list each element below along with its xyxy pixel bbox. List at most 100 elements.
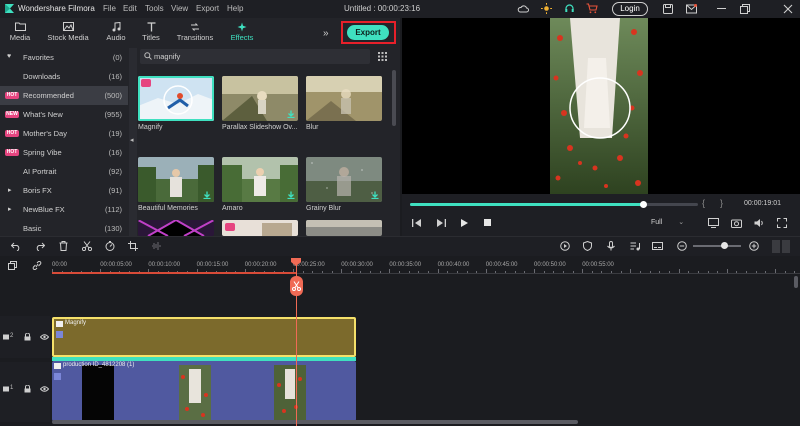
ruler-tick <box>736 271 738 273</box>
sun-icon[interactable] <box>541 3 552 14</box>
effect-card-parallax-slideshow[interactable]: Parallax Slideshow Ov... <box>222 76 298 131</box>
playback-progress-bar[interactable] <box>410 201 698 208</box>
menu-tools[interactable]: Tools <box>145 4 164 13</box>
effect-card-grainy-blur[interactable]: Grainy Blur <box>306 157 382 212</box>
save-icon[interactable] <box>663 4 673 14</box>
category-item[interactable]: HOT Spring Vibe (16) <box>0 143 128 162</box>
effect-card-amaro[interactable]: Amaro <box>222 157 298 212</box>
effect-card-row3-3[interactable] <box>306 220 382 236</box>
menu-edit[interactable]: Edit <box>123 4 137 13</box>
category-item[interactable]: HOT Mother's Day (19) <box>0 124 128 143</box>
menu-view[interactable]: View <box>171 4 188 13</box>
tab-titles[interactable]: Titles <box>137 20 165 42</box>
export-button[interactable]: Export <box>347 25 389 40</box>
collapse-sidebar-handle[interactable]: ◂ <box>129 48 137 236</box>
zoom-slider[interactable] <box>693 242 741 249</box>
video-clip[interactable]: production ID_4812208 (1) <box>52 361 356 421</box>
panel-toggle-left-icon[interactable] <box>772 240 780 253</box>
category-item[interactable]: HOT Recommended (500) <box>0 86 128 105</box>
eye-icon[interactable] <box>40 386 49 392</box>
effects-scrollbar[interactable] <box>392 70 396 126</box>
tab-effects[interactable]: Effects <box>226 20 258 42</box>
headset-icon[interactable] <box>564 3 575 14</box>
category-item[interactable]: ♥ Favorites (0) <box>0 48 128 67</box>
snapshot-camera-icon[interactable] <box>731 218 742 228</box>
speed-icon[interactable] <box>105 241 115 251</box>
mark-in-icon[interactable]: { <box>702 198 705 208</box>
category-item[interactable]: NEW What's New (955) <box>0 105 128 124</box>
menu-file[interactable]: File <box>103 4 116 13</box>
tab-audio[interactable]: Audio <box>101 20 131 42</box>
search-input[interactable]: magnify <box>140 49 370 64</box>
current-timecode: 00:00:19:01 <box>744 200 781 207</box>
render-preview-icon[interactable] <box>560 241 570 251</box>
cloud-icon[interactable] <box>517 4 529 14</box>
monitor-icon[interactable] <box>708 218 719 228</box>
subtitle-icon[interactable] <box>652 241 663 251</box>
effect-name: Blur <box>306 124 319 131</box>
volume-icon[interactable] <box>754 218 765 228</box>
playback-scrubber-handle[interactable] <box>640 201 648 208</box>
mail-icon[interactable] <box>686 4 697 14</box>
lock-icon[interactable] <box>24 385 31 393</box>
timeline-vertical-scrollbar[interactable] <box>794 276 798 288</box>
quality-value: Full <box>651 219 663 226</box>
step-back-icon[interactable] <box>412 219 422 227</box>
panel-toggle-right-icon[interactable] <box>782 240 790 253</box>
effect-card-magnify[interactable]: Magnify <box>138 76 214 131</box>
zoom-out-icon[interactable] <box>677 241 687 251</box>
menu-help[interactable]: Help <box>227 4 243 13</box>
tab-stock-media[interactable]: Stock Media <box>45 20 91 42</box>
effect-clip-magnify[interactable]: Magnify <box>52 317 356 357</box>
filmora-logo-icon <box>4 3 15 14</box>
category-label: Downloads <box>23 72 61 81</box>
category-item[interactable]: ▸ Boris FX (91) <box>0 181 128 200</box>
category-item[interactable]: AI Portrait (92) <box>0 162 128 181</box>
step-forward-icon[interactable] <box>436 219 446 227</box>
fullscreen-icon[interactable] <box>777 218 787 228</box>
timeline-ruler[interactable]: 00:00 00:00:05:00 00:00:10:00 00:00:15:00 00… <box>0 256 800 276</box>
ruler-tick <box>418 271 420 273</box>
minimize-icon[interactable] <box>717 8 726 9</box>
grid-view-icon[interactable] <box>378 52 387 61</box>
category-item[interactable]: ▸ NewBlue FX (112) <box>0 200 128 219</box>
zoom-slider-handle[interactable] <box>721 242 728 249</box>
category-item[interactable]: Downloads (16) <box>0 67 128 86</box>
effect-card-beautiful-memories[interactable]: Beautiful Memories <box>138 157 214 212</box>
timeline-tracks: 2 1 Magnify production ID_4812208 (1) <box>0 276 800 426</box>
lock-icon[interactable] <box>24 333 31 341</box>
mark-out-icon[interactable]: } <box>720 198 723 208</box>
effect-card-blur[interactable]: Blur <box>306 76 382 131</box>
close-icon[interactable] <box>783 4 793 14</box>
cart-icon[interactable] <box>586 3 598 14</box>
playhead-split-button[interactable] <box>290 276 303 296</box>
search-value: magnify <box>154 52 181 61</box>
effect-card-row3-1[interactable] <box>138 220 214 236</box>
more-tabs-chevron-icon[interactable]: » <box>323 28 329 39</box>
restore-icon[interactable] <box>740 4 750 14</box>
audio-adjust-icon[interactable] <box>151 241 161 251</box>
menu-export[interactable]: Export <box>196 4 219 13</box>
split-scissors-icon[interactable] <box>82 241 92 251</box>
effect-card-row3-2[interactable] <box>222 220 298 236</box>
microphone-icon[interactable] <box>607 241 615 251</box>
expand-caret-icon[interactable]: ▸ <box>8 186 12 194</box>
tab-transitions[interactable]: Transitions <box>176 20 214 42</box>
in-out-range-bar <box>52 272 296 274</box>
crop-icon[interactable] <box>128 241 138 251</box>
delete-icon[interactable] <box>59 241 68 251</box>
marker-shield-icon[interactable] <box>583 241 592 251</box>
login-button[interactable]: Login <box>612 2 648 16</box>
ruler-tick <box>717 271 719 273</box>
zoom-in-icon[interactable] <box>749 241 759 251</box>
redo-icon[interactable] <box>35 242 45 251</box>
timeline-horizontal-scrollbar[interactable] <box>52 420 578 424</box>
expand-caret-icon[interactable]: ▸ <box>8 205 12 213</box>
quality-select[interactable]: Full ⌄ <box>651 218 684 226</box>
stop-icon[interactable] <box>484 219 491 226</box>
tab-media[interactable]: Media <box>5 20 35 42</box>
audio-mixer-icon[interactable] <box>630 241 640 251</box>
play-icon[interactable] <box>460 219 468 227</box>
undo-icon[interactable] <box>11 242 21 251</box>
eye-icon[interactable] <box>40 334 49 340</box>
